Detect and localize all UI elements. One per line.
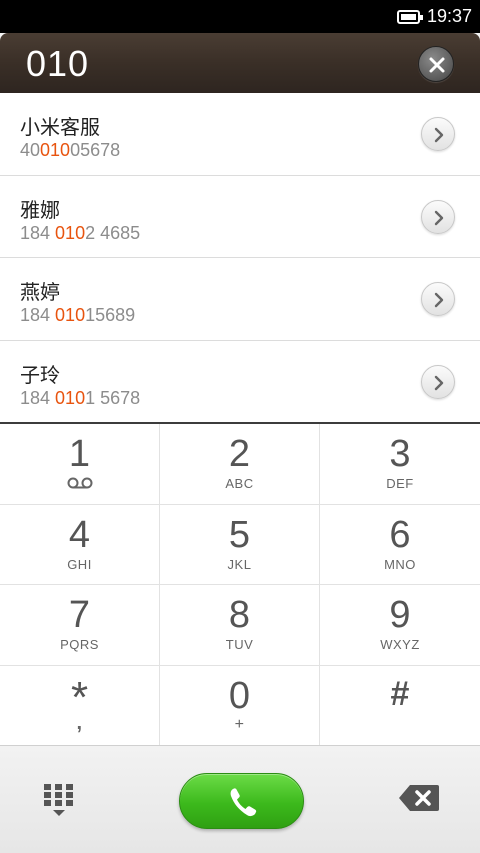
key-5[interactable]: 5 JKL <box>160 504 320 585</box>
key-letters: TUV <box>225 637 254 652</box>
call-button[interactable] <box>179 773 304 829</box>
key-4[interactable]: 4 GHI <box>0 504 160 585</box>
key-letters: , <box>76 711 83 734</box>
status-bar: 19:37 <box>0 0 480 33</box>
key-2[interactable]: 2 ABC <box>160 424 320 505</box>
key-digit: 2 <box>228 433 251 475</box>
contact-row[interactable]: 小米客服 4001005678 <box>0 93 480 176</box>
key-3[interactable]: 3 DEF <box>320 424 480 505</box>
key-letters: JKL <box>227 556 252 572</box>
key-digit: 5 <box>228 513 251 556</box>
dialed-number-display[interactable]: 010 <box>26 43 89 85</box>
contact-number: 4001005678 <box>20 140 121 160</box>
voicemail-icon <box>67 477 93 489</box>
dial-header: 010 <box>0 33 480 93</box>
key-digit: 8 <box>228 594 251 636</box>
contact-name: 子玲 <box>20 362 60 387</box>
battery-full-icon <box>397 10 423 24</box>
contact-name: 燕婷 <box>20 280 60 304</box>
phone-handset-icon <box>230 788 257 817</box>
dialpad: 1 2 ABC 3 DEF 4 GHI 5 JKL 6 MNO 7 PQRS 8… <box>0 422 480 746</box>
contact-number: 184 0102 4685 <box>20 222 141 243</box>
number-match-highlight: 010 <box>55 222 86 243</box>
number-match-highlight: 010 <box>40 140 71 160</box>
key-digit: 4 <box>68 513 91 556</box>
key-letters: PQRS <box>60 637 99 652</box>
number-match-highlight: 010 <box>55 387 86 408</box>
key-8[interactable]: 8 TUV <box>160 585 320 666</box>
key-letters: ABC <box>225 476 254 491</box>
contact-number: 184 0101 5678 <box>20 387 141 408</box>
key-digit: # <box>390 674 410 713</box>
chevron-right-icon[interactable] <box>421 117 455 151</box>
number-match-highlight: 010 <box>55 305 86 325</box>
key-digit: 9 <box>389 594 411 636</box>
key-0[interactable]: 0 + <box>160 665 320 746</box>
contact-number: 184 01015689 <box>20 305 136 325</box>
contact-results-list: 小米客服 4001005678 雅娜 184 0102 4685 燕婷 184 … <box>0 93 480 423</box>
status-time: 19:37 <box>426 6 472 26</box>
key-letters: DEF <box>386 476 414 491</box>
dialpad-grid-icon[interactable] <box>42 782 76 818</box>
key-1[interactable]: 1 <box>0 424 160 505</box>
dialer-action-bar <box>0 745 480 853</box>
key-letters: + <box>234 715 245 733</box>
key-digit: 7 <box>68 594 91 636</box>
contact-row[interactable]: 燕婷 184 01015689 <box>0 258 480 341</box>
key-7[interactable]: 7 PQRS <box>0 585 160 666</box>
key-letters: GHI <box>67 556 92 572</box>
contact-row[interactable]: 雅娜 184 0102 4685 <box>0 175 480 258</box>
key-letters: MNO <box>384 556 416 572</box>
key-digit: 1 <box>68 433 91 475</box>
contact-name: 小米客服 <box>20 115 100 139</box>
contact-name: 雅娜 <box>20 197 60 222</box>
chevron-right-icon[interactable] <box>421 364 455 399</box>
chevron-right-icon[interactable] <box>421 282 455 316</box>
clear-circle-icon[interactable] <box>418 46 454 82</box>
contact-row[interactable]: 子玲 184 0101 5678 <box>0 340 480 423</box>
key-letters: WXYZ <box>380 637 420 652</box>
key-digit: 0 <box>228 674 251 717</box>
key-hash[interactable]: # <box>320 665 480 746</box>
key-digit: 6 <box>389 513 411 556</box>
key-star[interactable]: * , <box>0 665 160 746</box>
chevron-right-icon[interactable] <box>421 199 455 234</box>
backspace-icon[interactable] <box>398 784 440 812</box>
key-9[interactable]: 9 WXYZ <box>320 585 480 666</box>
key-digit: 3 <box>389 433 411 475</box>
key-6[interactable]: 6 MNO <box>320 504 480 585</box>
